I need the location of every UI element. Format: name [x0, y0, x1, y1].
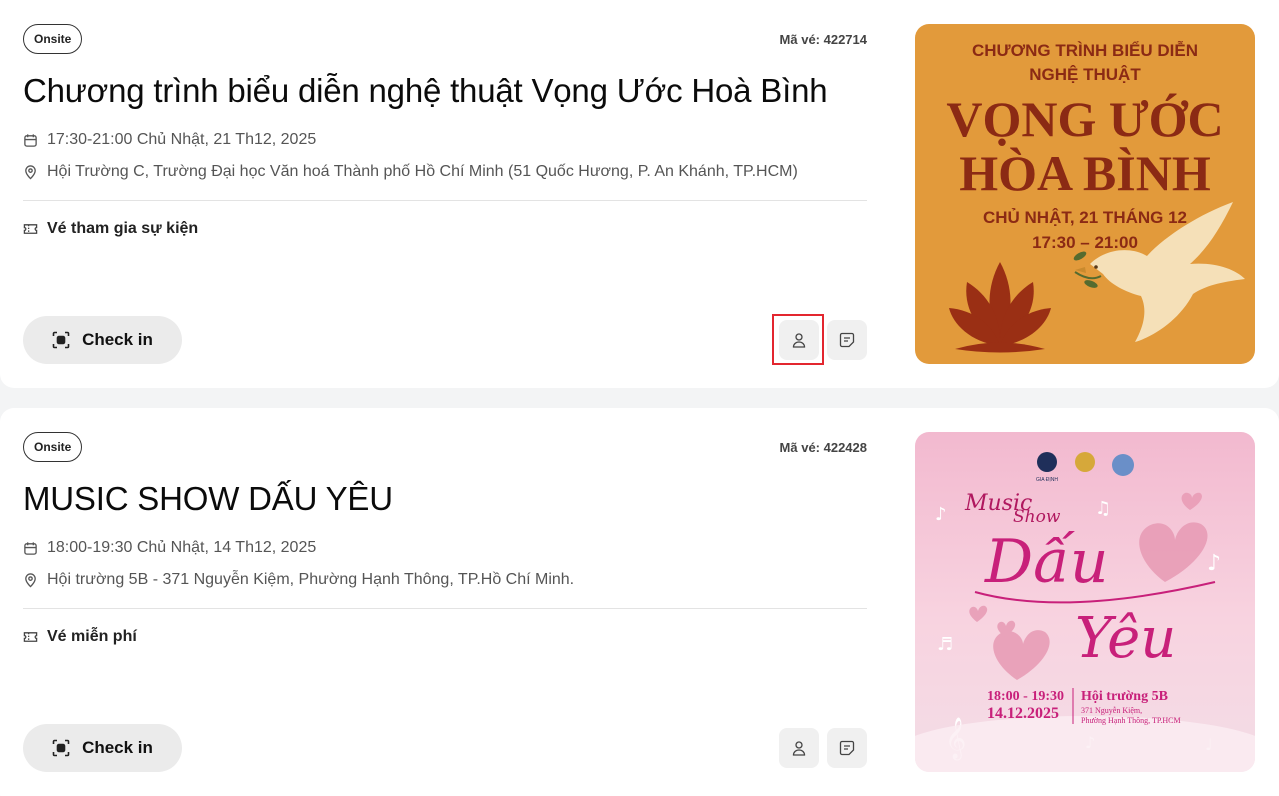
ticket-code: Mã vé: 422428 — [779, 440, 867, 455]
user-icon — [792, 741, 806, 756]
ticket-icon — [23, 224, 38, 234]
ticket-type: Vé tham gia sự kiện — [23, 220, 198, 238]
event-title[interactable]: MUSIC SHOW DẤU YÊU — [23, 480, 393, 518]
svg-text:♫: ♫ — [1095, 498, 1111, 519]
svg-text:♪: ♪ — [1207, 551, 1221, 576]
logo-label: GIA ĐỊNH — [1036, 477, 1058, 483]
divider — [23, 200, 867, 201]
note-icon — [839, 740, 855, 756]
calendar-icon — [24, 133, 37, 147]
ticket-code: Mã vé: 422714 — [779, 32, 867, 47]
event-location: Hội trường 5B - 371 Nguyễn Kiệm, Phường … — [23, 571, 574, 589]
poster-yeu-text: Yêu — [1075, 606, 1176, 671]
poster-dau-text: Dấu — [984, 527, 1109, 597]
poster-date: 14.12.2025 — [987, 705, 1059, 722]
check-in-label: Check in — [82, 330, 153, 349]
event-poster[interactable]: GIA ĐỊNH ♪ ♫ ♪ ♬ 𝄞 ♪ ♩ — [915, 432, 1255, 772]
onsite-badge: Onsite — [23, 24, 83, 54]
highlight-box — [772, 314, 824, 365]
poster-time: 17:30 – 21:00 — [1032, 233, 1138, 252]
attendee-button[interactable] — [779, 728, 819, 768]
event-datetime: 18:00-19:30 Chủ Nhật, 14 Th12, 2025 — [23, 539, 316, 557]
event-title[interactable]: Chương trình biểu diễn nghệ thuật Vọng Ư… — [23, 72, 828, 110]
poster-venue: Hội trường 5B — [1081, 689, 1168, 704]
poster-address-1: 371 Nguyễn Kiệm, — [1081, 706, 1142, 715]
datetime-text: 18:00-19:30 Chủ Nhật, 14 Th12, 2025 — [47, 539, 317, 556]
poster-show-text: Show — [1013, 507, 1061, 527]
calendar-icon — [24, 541, 37, 555]
note-button[interactable] — [827, 728, 867, 768]
scan-icon — [52, 331, 70, 349]
note-icon — [839, 332, 855, 348]
event-card: Onsite Mã vé: 422428 MUSIC SHOW DẤU YÊU … — [0, 408, 1279, 796]
ticket-type-label: Vé miễn phí — [47, 628, 137, 645]
ticket-type-label: Vé tham gia sự kiện — [47, 220, 199, 237]
check-in-button[interactable]: Check in — [23, 316, 182, 364]
location-pin-icon — [25, 165, 36, 180]
check-in-label: Check in — [82, 738, 153, 757]
poster-title-1: VỌNG ƯỚC — [946, 91, 1223, 147]
event-datetime: 17:30-21:00 Chủ Nhật, 21 Th12, 2025 — [23, 131, 316, 149]
poster-address-2: Phường Hạnh Thông, TP.HCM — [1081, 716, 1181, 725]
poster-subtitle: CHƯƠNG TRÌNH BIỂU DIỄN — [972, 41, 1198, 60]
location-text: Hội Trường C, Trường Đại học Văn hoá Thà… — [47, 163, 798, 180]
poster-date: CHỦ NHẬT, 21 THÁNG 12 — [983, 208, 1187, 227]
poster-title-2: HÒA BÌNH — [959, 145, 1211, 201]
ticket-icon — [23, 632, 38, 642]
event-card: Onsite Mã vé: 422714 Chương trình biểu d… — [0, 0, 1279, 388]
scan-icon — [52, 739, 70, 757]
check-in-button[interactable]: Check in — [23, 724, 182, 772]
poster-subtitle-2: NGHỆ THUẬT — [1029, 65, 1141, 84]
onsite-badge: Onsite — [23, 432, 83, 462]
svg-text:♬: ♬ — [937, 634, 953, 655]
location-text: Hội trường 5B - 371 Nguyễn Kiệm, Phường … — [47, 571, 575, 588]
event-poster[interactable]: CHƯƠNG TRÌNH BIỂU DIỄN NGHỆ THUẬT VỌNG Ư… — [915, 24, 1255, 364]
ticket-type: Vé miễn phí — [23, 628, 137, 646]
datetime-text: 17:30-21:00 Chủ Nhật, 21 Th12, 2025 — [47, 131, 317, 148]
note-button[interactable] — [827, 320, 867, 360]
svg-text:♪: ♪ — [935, 504, 947, 525]
location-pin-icon — [25, 573, 36, 588]
divider — [23, 608, 867, 609]
poster-time: 18:00 - 19:30 — [987, 689, 1064, 704]
event-location: Hội Trường C, Trường Đại học Văn hoá Thà… — [23, 163, 798, 181]
